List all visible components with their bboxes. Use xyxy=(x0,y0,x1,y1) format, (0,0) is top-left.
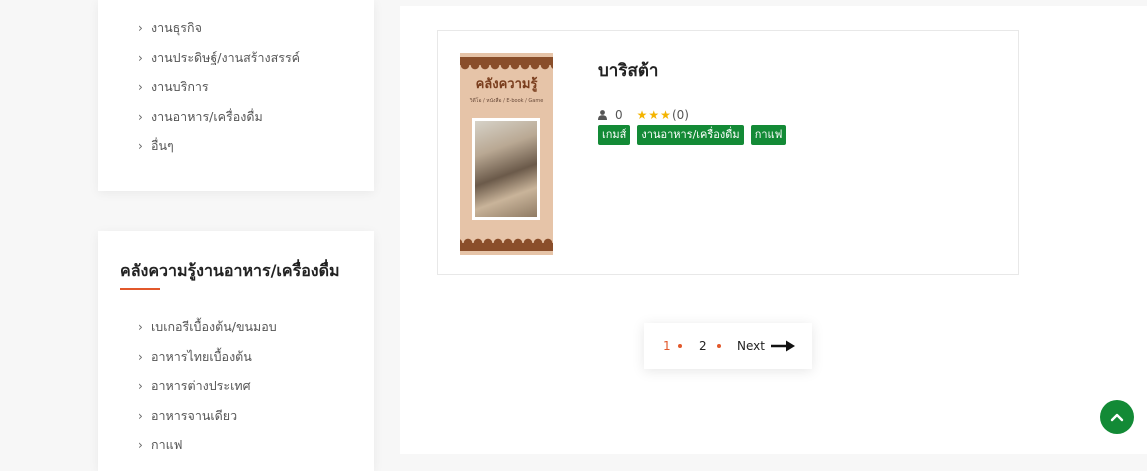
food-item-coffee[interactable]: › กาแฟ xyxy=(138,430,277,460)
user-icon xyxy=(598,110,607,120)
cover-band-top xyxy=(460,57,553,65)
chevron-right-icon: › xyxy=(138,21,143,35)
arrow-right-icon[interactable] xyxy=(771,340,795,352)
cover-scallop-top xyxy=(460,65,553,71)
pagination: 1 2 Next xyxy=(644,323,812,369)
cover-photo-image xyxy=(475,121,537,217)
star-icon: ★ xyxy=(648,108,660,122)
cover-photo xyxy=(472,118,540,220)
category-item-services[interactable]: › งานบริการ xyxy=(138,72,300,102)
view-count: 0 xyxy=(615,108,623,122)
book-title[interactable]: บาริสต้า xyxy=(598,57,658,84)
food-item-international[interactable]: › อาหารต่างประเทศ xyxy=(138,371,277,401)
chevron-right-icon: › xyxy=(138,50,143,65)
food-item-thai[interactable]: › อาหารไทยเบื้องต้น xyxy=(138,342,277,372)
cover-band-bottom xyxy=(460,243,553,251)
chevron-right-icon: › xyxy=(138,438,143,452)
category-item-food[interactable]: › งานอาหาร/เครื่องดื่ม xyxy=(138,102,300,132)
chevron-right-icon: › xyxy=(138,349,143,364)
star-icon: ★ xyxy=(660,108,671,122)
food-item-bakery[interactable]: › เบเกอรีเบื้องต้น/ขนมอบ xyxy=(138,312,277,342)
chevron-right-icon: › xyxy=(138,80,143,94)
cover-subtitle: วิดีโอ / หนังสือ / E-book / Game xyxy=(469,98,544,104)
page-separator-dot xyxy=(717,344,721,348)
food-category-list: › เบเกอรีเบื้องต้น/ขนมอบ › อาหารไทยเบื้องต… xyxy=(138,312,277,460)
page-separator-dot xyxy=(678,344,682,348)
chevron-right-icon: › xyxy=(138,408,143,423)
tag-games[interactable]: เกมส์ xyxy=(598,125,631,145)
star-icon: ★ xyxy=(636,108,648,122)
chevron-right-icon: › xyxy=(138,109,143,124)
back-to-top-button[interactable] xyxy=(1100,400,1134,434)
rating-count: (0) xyxy=(671,108,689,122)
tag-coffee[interactable]: กาแฟ xyxy=(750,125,787,145)
chevron-right-icon: › xyxy=(138,379,143,393)
category-list: › งานธุรกิจ › งานประดิษฐ์/งานสร้างสรรค์ › ง… xyxy=(138,13,300,161)
category-item-other[interactable]: › อื่นๆ xyxy=(138,131,300,161)
sidebar-category-panel: › งานธุรกิจ › งานประดิษฐ์/งานสร้างสรรค์ › ง… xyxy=(98,0,374,191)
food-item-one-dish[interactable]: › อาหารจานเดียว xyxy=(138,401,277,431)
book-cover[interactable]: คลังความรู้ วิดีโอ / หนังสือ / E-book / … xyxy=(460,53,553,255)
chevron-right-icon: › xyxy=(138,320,143,334)
chevron-right-icon: › xyxy=(138,139,143,153)
title-underline xyxy=(120,288,160,290)
tag-list: เกมส์ งานอาหาร/เครื่องดื่ม กาแฟ xyxy=(598,125,787,145)
cover-title: คลังความรู้ xyxy=(475,77,538,92)
tag-food-drink[interactable]: งานอาหาร/เครื่องดื่ม xyxy=(637,125,744,145)
sidebar-food-panel: คลังความรู้งานอาหาร/เครื่องดื่ม › เบเกอรี… xyxy=(98,231,374,471)
chevron-up-icon xyxy=(1110,413,1124,422)
page-2-link[interactable]: 2 xyxy=(699,339,707,353)
category-item-business[interactable]: › งานธุรกิจ xyxy=(138,13,300,43)
book-card: คลังความรู้ วิดีโอ / หนังสือ / E-book / … xyxy=(437,30,1019,275)
page-1-current: 1 xyxy=(663,339,671,353)
widget-title: คลังความรู้งานอาหาร/เครื่องดื่ม xyxy=(120,261,340,280)
next-page-link[interactable]: Next xyxy=(737,339,765,353)
category-item-crafts[interactable]: › งานประดิษฐ์/งานสร้างสรรค์ xyxy=(138,43,300,73)
book-meta: 0 ★ ★ ★ (0) xyxy=(598,108,689,122)
